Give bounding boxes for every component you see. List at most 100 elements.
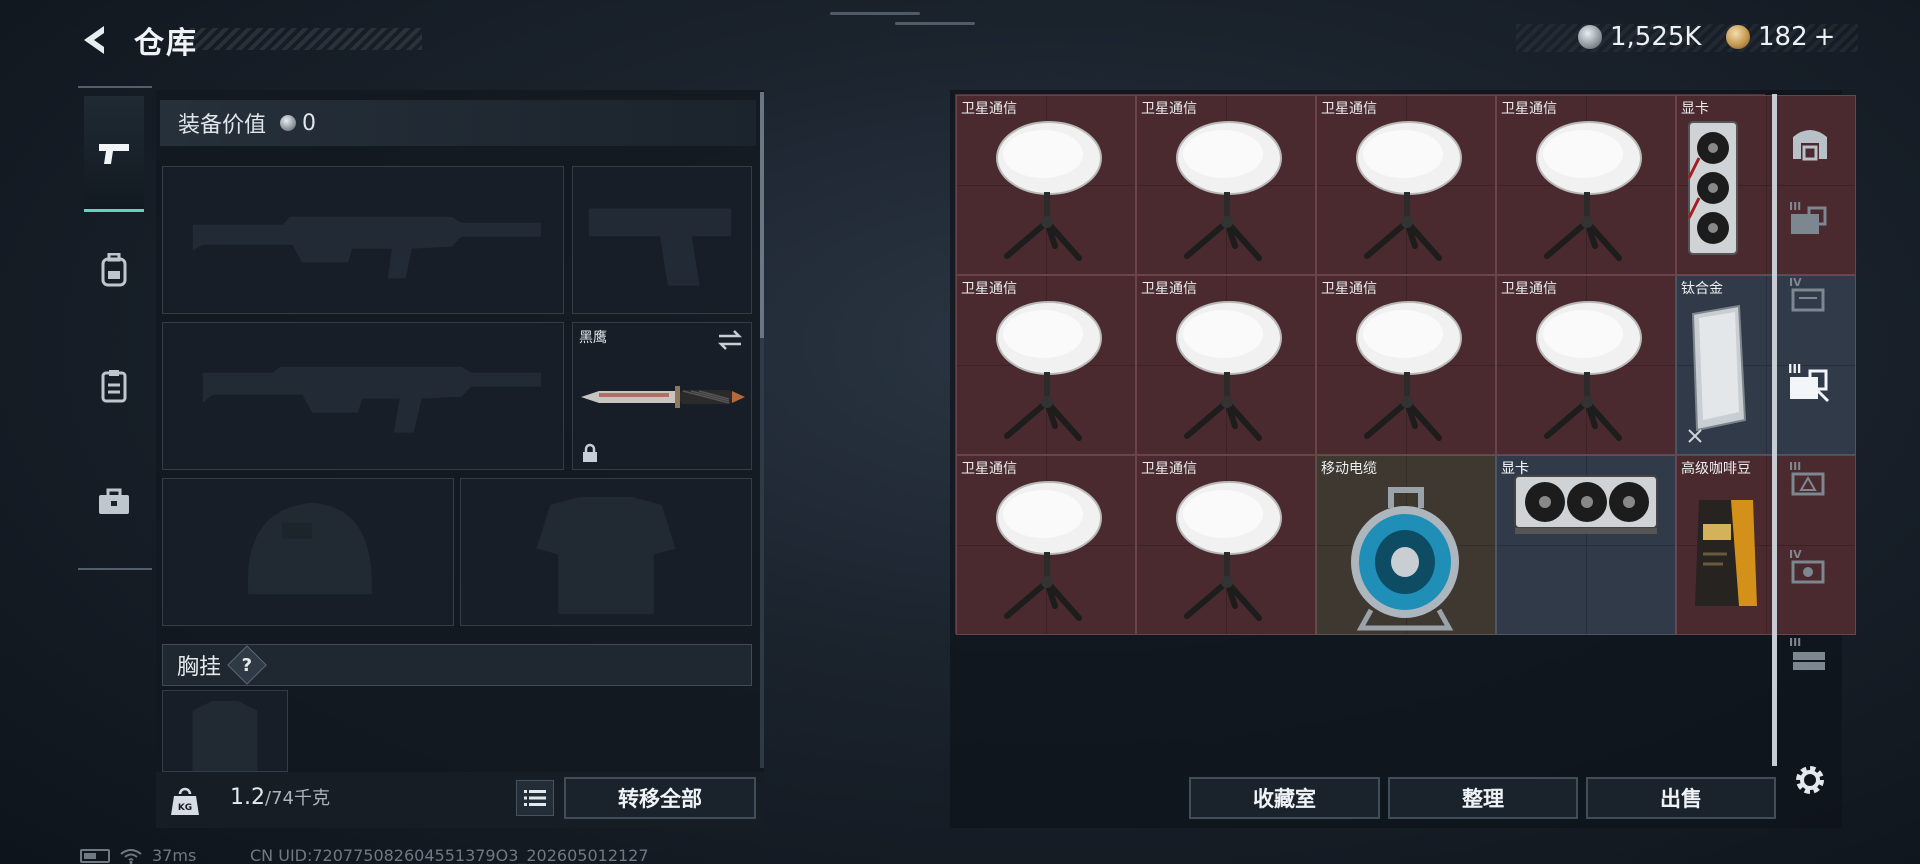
secondary-weapon-slot[interactable]	[162, 322, 564, 470]
battery-icon	[80, 848, 110, 863]
melee-item-name: 黑鹰	[579, 330, 607, 346]
satellite-dish-icon	[1356, 121, 1462, 261]
stash-item-slot[interactable]: 卫星通信	[956, 275, 1136, 455]
svg-text:IV: IV	[1789, 548, 1802, 561]
chest-rig-header: 胸挂 ?	[162, 644, 752, 686]
svg-text:KG: KG	[178, 803, 192, 813]
sidearm-slot[interactable]	[572, 166, 752, 314]
primary-weapon-slot[interactable]	[162, 166, 564, 314]
gold-amount: 182	[1758, 22, 1808, 52]
back-arrow-icon[interactable]	[76, 20, 112, 60]
stash-item-slot[interactable]: 卫星通信	[1316, 275, 1496, 455]
add-gold-plus[interactable]: +	[1814, 22, 1836, 52]
armor-silhouette-icon	[536, 496, 676, 615]
ping-readout: 37ms	[152, 846, 197, 864]
loadout-category-rail	[78, 86, 152, 570]
item-name: 卫星通信	[961, 281, 1017, 297]
title-decoration	[190, 28, 422, 50]
backpack-icon	[101, 253, 127, 287]
pistol-silhouette-icon	[588, 208, 732, 286]
rifle-silhouette-icon	[202, 366, 542, 433]
helmet-slot[interactable]	[162, 478, 454, 626]
svg-text:III: III	[1789, 460, 1801, 473]
item-name: 高级咖啡豆	[1681, 461, 1751, 477]
satellite-dish-icon	[996, 121, 1102, 261]
stash-item-slot[interactable]: 卫星通信	[1496, 95, 1676, 275]
silver-coin-icon	[1578, 25, 1602, 49]
item-name: 卫星通信	[1141, 281, 1197, 297]
rail-tab-stash-4a[interactable]: IV	[1780, 262, 1840, 326]
gold-coin-icon	[1726, 25, 1750, 49]
weight-icon: KG	[171, 787, 199, 815]
item-name: 卫星通信	[1321, 281, 1377, 297]
satellite-dish-icon	[996, 301, 1102, 441]
sell-button[interactable]: 出售	[1586, 777, 1776, 819]
item-name: 移动电缆	[1321, 461, 1377, 477]
body-armor-slot[interactable]	[460, 478, 752, 626]
stash-item-slot[interactable]: 卫星通信	[1136, 95, 1316, 275]
item-name: 钛合金	[1681, 281, 1723, 297]
collection-room-button[interactable]: 收藏室	[1189, 777, 1380, 819]
svg-text:IV: IV	[1789, 276, 1802, 289]
weight-current: 1.2	[230, 785, 265, 810]
chest-rig-slot[interactable]	[162, 690, 288, 772]
gold-currency[interactable]: 182 +	[1726, 22, 1835, 52]
rail-tab-armor[interactable]	[84, 328, 144, 444]
satellite-dish-icon	[1176, 481, 1282, 621]
stash-page-rail: III IV III III IV III	[1780, 110, 1840, 750]
rifle-silhouette-icon	[192, 216, 542, 279]
graphics-card-icon	[1514, 475, 1658, 534]
status-bar: 37ms	[80, 846, 196, 864]
item-name: 卫星通信	[1141, 461, 1197, 477]
list-view-button[interactable]	[516, 780, 554, 816]
swap-icon[interactable]	[717, 329, 743, 351]
silver-coin-icon	[280, 115, 297, 131]
briefcase-icon	[99, 488, 129, 514]
item-name: 显卡	[1501, 461, 1529, 477]
stash-item-slot[interactable]: 卫星通信	[1136, 455, 1316, 635]
help-icon: ?	[241, 654, 253, 676]
melee-slot[interactable]: 黑鹰	[572, 322, 752, 470]
stash-scrollbar[interactable]	[1772, 94, 1777, 766]
top-bar: 仓库 1,525K 182 +	[0, 0, 1920, 80]
satellite-dish-icon	[996, 481, 1102, 621]
item-name: 显卡	[1681, 101, 1709, 117]
weight-capacity: /74千克	[265, 788, 330, 809]
settings-gear-icon[interactable]	[1792, 762, 1828, 798]
stash-item-slot[interactable]: 卫星通信	[1496, 275, 1676, 455]
stash-item-slot[interactable]: 卫星通信	[1316, 95, 1496, 275]
chest-rig-silhouette-icon	[192, 700, 258, 771]
rail-tab-stash-3c[interactable]: III	[1780, 446, 1840, 510]
knife-icon	[581, 386, 745, 408]
rail-tab-stash-3b-active[interactable]: III	[1780, 350, 1840, 414]
stash-page-icon: IV	[1789, 276, 1825, 312]
page-title: 仓库	[134, 26, 198, 61]
item-name: 卫星通信	[961, 101, 1017, 117]
item-name: 卫星通信	[1141, 101, 1197, 117]
stash-item-slot[interactable]: 卫星通信	[956, 95, 1136, 275]
item-name: 卫星通信	[1321, 101, 1377, 117]
svg-text:III: III	[1788, 362, 1801, 376]
rail-tab-backpack[interactable]	[84, 212, 144, 328]
rail-tab-stash-3a[interactable]: III	[1780, 186, 1840, 250]
stash-item-slot[interactable]: 卫星通信	[956, 455, 1136, 635]
loadout-scrollbar-thumb[interactable]	[760, 92, 764, 338]
equipment-value-label: 装备价值	[178, 113, 267, 138]
satellite-dish-icon	[1176, 301, 1282, 441]
rail-tab-stash-4b[interactable]: IV	[1780, 534, 1840, 598]
transfer-all-button[interactable]: 转移全部	[564, 777, 756, 819]
rail-tab-stash-3d[interactable]: III	[1780, 622, 1840, 686]
chest-rig-help-button[interactable]: ?	[227, 645, 267, 685]
item-name: 卫星通信	[1501, 281, 1557, 297]
stash-item-slot[interactable]: 移动电缆	[1316, 455, 1496, 635]
rail-tab-storage[interactable]	[1780, 110, 1840, 174]
cable-reel-icon	[1351, 487, 1459, 631]
lock-icon	[583, 443, 597, 462]
satellite-dish-icon	[1536, 301, 1642, 441]
sort-button[interactable]: 整理	[1388, 777, 1578, 819]
stash-page-icon: III	[1789, 636, 1825, 670]
rail-tab-weapons[interactable]	[84, 96, 144, 212]
stash-item-slot[interactable]: 显卡 显卡	[1496, 455, 1676, 635]
stash-item-slot[interactable]: 卫星通信	[1136, 275, 1316, 455]
rail-tab-case[interactable]	[84, 444, 144, 560]
